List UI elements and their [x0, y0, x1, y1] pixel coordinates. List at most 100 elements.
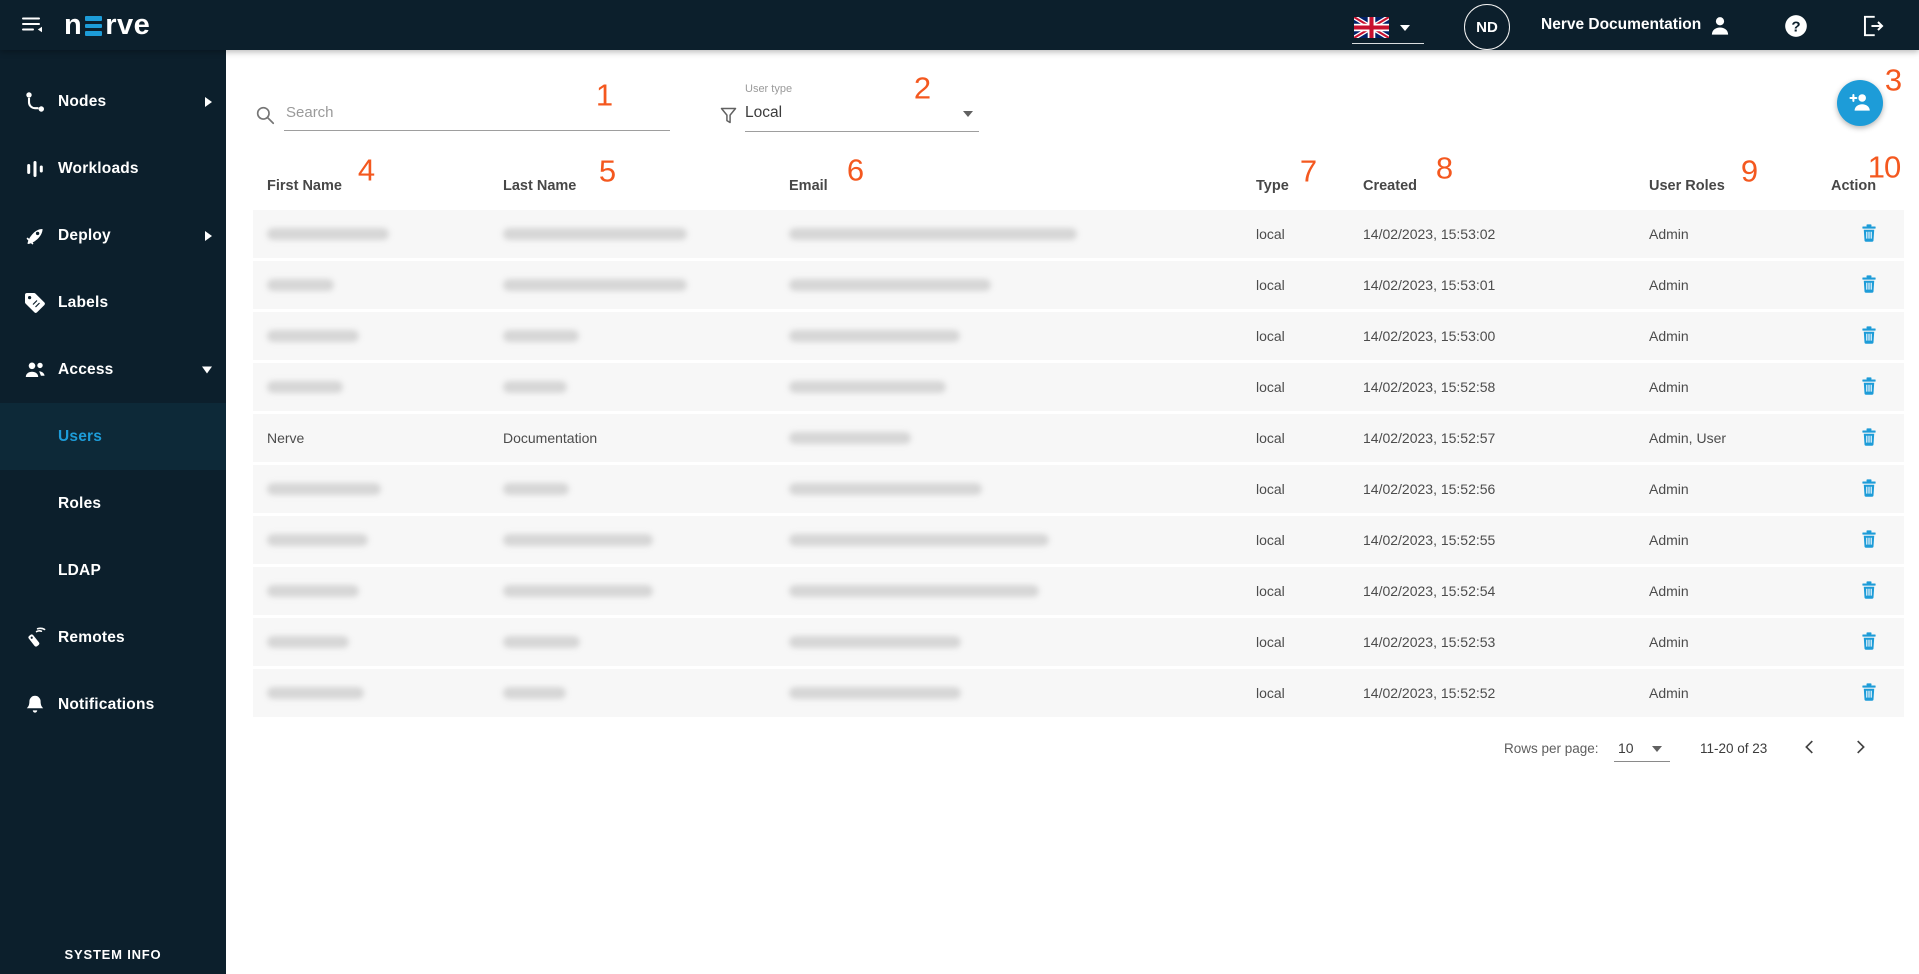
cell-email-redacted	[789, 330, 960, 342]
nodes-icon	[23, 90, 47, 114]
language-select[interactable]	[1352, 12, 1424, 44]
sidebar-item-label: Roles	[58, 494, 102, 512]
delete-user-button[interactable]	[1856, 323, 1882, 349]
sidebar-item-nodes[interactable]: Nodes	[0, 68, 226, 135]
workloads-icon	[23, 157, 47, 181]
cell-first-name: Nerve	[267, 430, 305, 446]
column-header-type: Type	[1256, 178, 1289, 194]
cell-user-roles: Admin	[1649, 379, 1689, 395]
menu-collapse-icon[interactable]	[20, 13, 46, 37]
cell-email-redacted	[789, 534, 1049, 546]
user-icon[interactable]	[1707, 13, 1733, 39]
annotation-number-10: 10	[1867, 149, 1901, 185]
delete-user-button[interactable]	[1856, 272, 1882, 298]
search-icon	[254, 104, 276, 126]
table-row: local 14/02/2023, 15:52:58 Admin	[253, 363, 1904, 411]
column-header-last-name: Last Name	[503, 178, 577, 194]
logo-text-n: n	[64, 8, 83, 41]
chevron-left-icon[interactable]	[1795, 733, 1825, 763]
cell-user-roles: Admin	[1649, 634, 1689, 650]
cell-email-redacted	[789, 687, 961, 699]
cell-first-name-redacted	[267, 279, 334, 291]
cell-last-name-redacted	[503, 381, 567, 393]
sidebar-item-remotes[interactable]: Remotes	[0, 604, 226, 671]
cell-type: local	[1256, 430, 1285, 446]
column-header-created: Created	[1363, 178, 1417, 194]
delete-user-button[interactable]	[1856, 629, 1882, 655]
rows-per-page-label: Rows per page:	[1504, 741, 1599, 756]
sidebar-item-label: Users	[58, 427, 103, 445]
cell-created: 14/02/2023, 15:53:02	[1363, 226, 1496, 242]
svg-text:?: ?	[1791, 18, 1800, 35]
avatar-initials: ND	[1476, 18, 1498, 36]
sidebar-item-roles[interactable]: Roles	[0, 470, 226, 537]
rows-per-page-value: 10	[1618, 740, 1634, 756]
delete-user-button[interactable]	[1856, 221, 1882, 247]
sidebar-item-ldap[interactable]: LDAP	[0, 537, 226, 604]
cell-first-name-redacted	[267, 228, 389, 240]
sidebar-item-users[interactable]: Users	[0, 403, 226, 470]
sidebar-item-access[interactable]: Access	[0, 336, 226, 403]
table-row: local 14/02/2023, 15:52:53 Admin	[253, 618, 1904, 666]
delete-user-button[interactable]	[1856, 425, 1882, 451]
cell-last-name-redacted	[503, 330, 579, 342]
table-row: local 14/02/2023, 15:53:01 Admin	[253, 261, 1904, 309]
cell-last-name: Documentation	[503, 430, 598, 446]
cell-user-roles: Admin	[1649, 532, 1689, 548]
main-content: User type Local First Name Last Name Email…	[226, 50, 1919, 974]
sidebar-item-label: Access	[58, 360, 114, 378]
cell-created: 14/02/2023, 15:52:57	[1363, 430, 1496, 446]
system-info-button[interactable]: SYSTEM INFO	[0, 947, 226, 962]
delete-user-button[interactable]	[1856, 374, 1882, 400]
annotation-number-3: 3	[1884, 62, 1902, 98]
column-header-user-roles: User Roles	[1649, 178, 1725, 194]
table-row: Nerve Documentation local 14/02/2023, 15:52…	[253, 414, 1904, 462]
trash-icon	[1858, 428, 1880, 451]
sidebar-item-notifications[interactable]: Notifications	[0, 671, 226, 738]
logo-e-bars-icon	[85, 16, 103, 36]
trash-icon	[1858, 683, 1880, 706]
cell-user-roles: Admin, User	[1649, 430, 1727, 446]
logout-icon[interactable]	[1859, 13, 1885, 39]
table-row: local 14/02/2023, 15:52:52 Admin	[253, 669, 1904, 717]
delete-user-button[interactable]	[1856, 578, 1882, 604]
add-user-button[interactable]	[1837, 80, 1883, 126]
delete-user-button[interactable]	[1856, 527, 1882, 553]
cell-created: 14/02/2023, 15:52:54	[1363, 583, 1496, 599]
cell-first-name-redacted	[267, 381, 343, 393]
delete-user-button[interactable]	[1856, 680, 1882, 706]
cell-created: 14/02/2023, 15:52:52	[1363, 685, 1496, 701]
column-header-email: Email	[789, 178, 828, 194]
annotation-number-1: 1	[595, 77, 613, 113]
cell-email-redacted	[789, 228, 1077, 240]
trash-icon	[1858, 632, 1880, 655]
labels-icon	[23, 291, 47, 315]
cell-created: 14/02/2023, 15:52:55	[1363, 532, 1496, 548]
chevron-right-icon	[205, 230, 212, 241]
user-type-select[interactable]: Local	[745, 98, 979, 132]
sidebar-item-label: Nodes	[58, 92, 107, 110]
sidebar-item-labels[interactable]: Labels	[0, 269, 226, 336]
chevron-right-icon[interactable]	[1845, 733, 1875, 763]
sidebar-item-deploy[interactable]: Deploy	[0, 202, 226, 269]
cell-created: 14/02/2023, 15:53:00	[1363, 328, 1496, 344]
table-header-row: First Name Last Name Email Type Created User …	[226, 172, 1919, 206]
sidebar: Nodes Workloads Deploy Labels Access Users Rol…	[0, 50, 226, 974]
rows-per-page-select[interactable]: 10	[1614, 733, 1670, 762]
person-add-icon	[1847, 89, 1873, 118]
cell-type: local	[1256, 685, 1285, 701]
sidebar-item-workloads[interactable]: Workloads	[0, 135, 226, 202]
cell-user-roles: Admin	[1649, 685, 1689, 701]
delete-user-button[interactable]	[1856, 476, 1882, 502]
cell-type: local	[1256, 532, 1285, 548]
pagination: Rows per page: 10 11-20 of 23	[226, 729, 1919, 769]
cell-email-redacted	[789, 483, 982, 495]
cell-last-name-redacted	[503, 483, 569, 495]
cell-first-name-redacted	[267, 636, 349, 648]
sidebar-item-label: Deploy	[58, 226, 111, 244]
user-type-label: User type	[745, 83, 793, 95]
nerve-logo: n rve	[64, 8, 150, 42]
cell-email-redacted	[789, 636, 961, 648]
help-icon[interactable]: ?	[1783, 13, 1809, 39]
cell-created: 14/02/2023, 15:52:56	[1363, 481, 1496, 497]
